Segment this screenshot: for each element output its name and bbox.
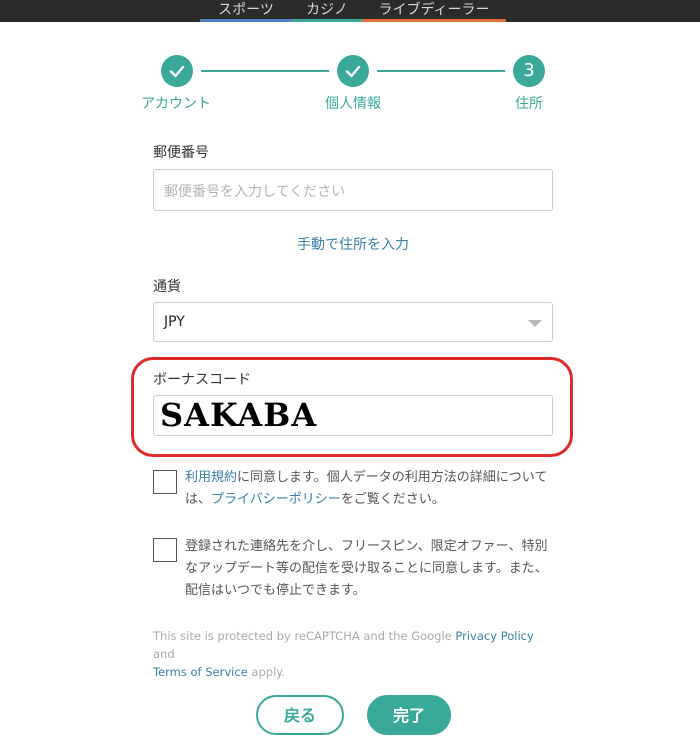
step-connector	[377, 70, 505, 72]
step-3-label: 住所	[515, 96, 543, 112]
recaptcha-text: This site is protected by reCAPTCHA and …	[153, 629, 456, 643]
google-privacy-link[interactable]: Privacy Policy	[455, 629, 533, 643]
marketing-text: 登録された連絡先を介し、フリースピン、限定オファー、特別なアップデート等の配信を…	[185, 539, 548, 598]
privacy-policy-link[interactable]: プライバシーポリシー	[211, 492, 341, 507]
bonus-code-value: SAKABA	[160, 396, 318, 434]
postal-code-label: 郵便番号	[153, 145, 209, 161]
currency-select[interactable]: JPY	[153, 302, 553, 342]
recaptcha-text: and	[153, 647, 175, 661]
marketing-checkbox[interactable]	[153, 538, 177, 562]
bonus-code-input[interactable]: SAKABA	[153, 395, 553, 436]
terms-text-part: をご覧ください。	[340, 492, 445, 507]
terms-text: 利用規約に同意します。個人データの利用方法の詳細については、プライバシーポリシー…	[185, 467, 555, 511]
chevron-down-icon	[528, 320, 542, 327]
tab-casino[interactable]: カジノ	[292, 0, 362, 22]
tab-live-dealer[interactable]: ライブディーラー	[362, 0, 506, 22]
recaptcha-text: apply.	[247, 665, 286, 679]
step-3-number: 3	[513, 55, 545, 87]
step-2-label: 個人情報	[325, 96, 381, 112]
step-2-check-icon	[337, 55, 369, 87]
step-connector	[201, 70, 329, 72]
google-terms-link[interactable]: Terms of Service	[153, 665, 248, 679]
category-nav: スポーツ カジノ ライブディーラー	[0, 0, 700, 22]
manual-address-link[interactable]: 手動で住所を入力	[153, 234, 553, 254]
complete-button[interactable]: 完了	[367, 695, 451, 735]
terms-of-use-link[interactable]: 利用規約	[185, 470, 237, 485]
back-button[interactable]: 戻る	[256, 695, 344, 735]
postal-code-placeholder: 郵便番号を入力してください	[164, 184, 346, 200]
tab-sports[interactable]: スポーツ	[200, 0, 292, 22]
recaptcha-notice: This site is protected by reCAPTCHA and …	[153, 627, 553, 681]
terms-checkbox[interactable]	[153, 470, 177, 494]
currency-selected-value: JPY	[164, 314, 185, 330]
postal-code-input[interactable]: 郵便番号を入力してください	[153, 169, 553, 211]
bonus-code-label: ボーナスコード	[153, 372, 251, 388]
step-1-label: アカウント	[141, 96, 211, 112]
step-1-check-icon	[161, 55, 193, 87]
currency-label: 通貨	[153, 279, 181, 295]
